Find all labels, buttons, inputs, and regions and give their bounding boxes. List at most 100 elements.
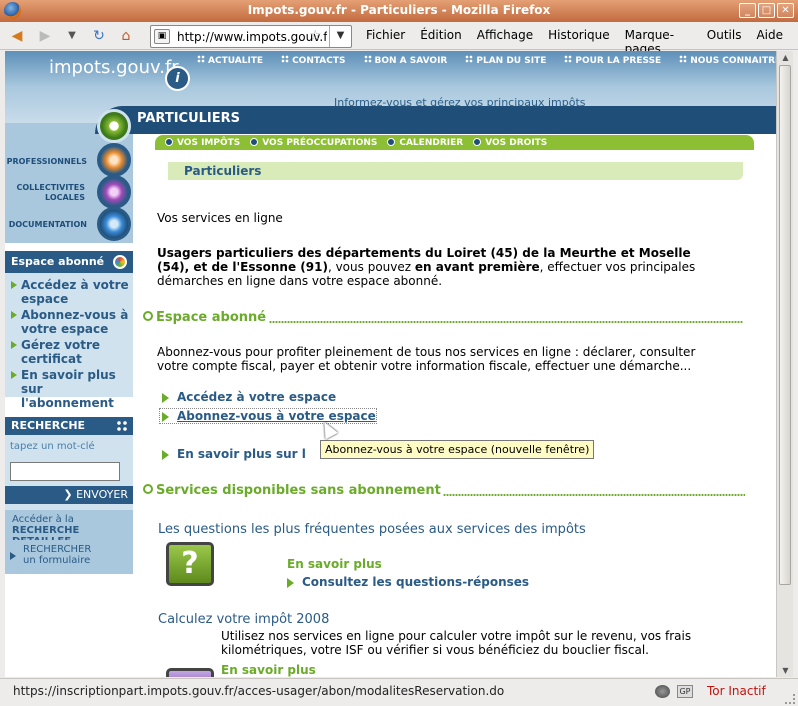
info-badge-icon: i [165, 66, 190, 91]
forward-icon[interactable]: ▶ [36, 27, 54, 45]
nav-vos-impots[interactable]: VOS IMPÔTS [165, 137, 240, 148]
advanced-line1: Accéder à la [12, 514, 74, 525]
envoyer-button[interactable]: ❯ ENVOYER [5, 486, 133, 504]
home-icon[interactable]: ⌂ [117, 27, 135, 45]
particuliers-circle-icon [97, 109, 131, 143]
url-text[interactable]: http://www.impots.gouv.fr [177, 30, 327, 44]
topnav-bon-a-savoir[interactable]: BON A SAVOIR [363, 55, 447, 66]
section-professionnels[interactable]: PROFESSIONNELS [5, 157, 87, 167]
topnav-contacts[interactable]: CONTACTS [281, 55, 346, 66]
notice-text: Usagers particuliers des départements du… [157, 246, 727, 288]
scroll-up-icon[interactable]: ▲ [779, 51, 792, 64]
bullet-icon [473, 137, 482, 146]
espace-description: Abonnez-vous pour profiter pleinement de… [157, 345, 696, 373]
circle-bullet-icon [143, 484, 153, 494]
back-icon[interactable]: ◀ [8, 27, 26, 45]
link-accedez-espace[interactable]: Accédez à votre espace [160, 390, 336, 404]
color-wheel-icon [113, 255, 127, 269]
browser-window: Impots.gouv.fr - Particuliers - Mozilla … [0, 0, 798, 706]
maximize-button[interactable]: □ [758, 3, 775, 18]
status-bar: https://inscriptionpart.impots.gouv.fr/a… [0, 678, 798, 706]
recherche-detaillee-link[interactable]: Accéder à la RECHERCHE DETAILLEE [5, 510, 133, 547]
faq-more-link[interactable]: En savoir plus [287, 557, 382, 571]
url-bar[interactable]: ▣ http://www.impots.gouv.fr ☆ ▼ [150, 25, 352, 48]
rechercher-formulaire-link[interactable]: RECHERCHER un formulaire [5, 540, 133, 574]
dotted-divider [443, 494, 745, 496]
chevron-right-icon: ❯ [63, 488, 77, 501]
sidebar-link-en-savoir-plus[interactable]: En savoir plus sur l'abonnement [5, 368, 133, 410]
professionnels-circle-icon[interactable] [97, 143, 131, 177]
sidebar-espace-abonne: Espace abonné Accédez à votre espace Abo… [5, 251, 133, 410]
firefox-icon [4, 2, 21, 19]
gp-icon[interactable]: GP [677, 685, 693, 698]
sidebar-link-certificat[interactable]: Gérez votre certificat [5, 338, 133, 366]
notice-mid: , vous pouvez [327, 260, 415, 274]
sidebar-link-accedez[interactable]: Accédez à votre espace [5, 278, 133, 306]
dotted-divider [269, 321, 743, 323]
section-collectivites[interactable]: COLLECTIVITES LOCALES [5, 183, 86, 203]
notice-bold2: en avant première [414, 260, 540, 274]
documentation-circle-icon[interactable] [97, 207, 131, 241]
nav-vos-preoccupations[interactable]: VOS PRÉOCCUPATIONS [250, 137, 377, 148]
sidebar-link-abonnez[interactable]: Abonnez-vous à votre espace [5, 308, 133, 336]
link-en-savoir-plus-abonnement[interactable]: En savoir plus sur l'abonnement [160, 447, 305, 461]
tor-status[interactable]: Tor Inactif [707, 684, 766, 698]
site-logo[interactable]: impots.gouv.fr [49, 57, 179, 78]
history-dropdown-icon[interactable]: ▼ [63, 27, 81, 45]
calc-title-link[interactable]: Calculez votre impôt 2008 [158, 612, 329, 627]
dots-icon [197, 55, 205, 63]
calculator-icon[interactable] [166, 668, 214, 677]
title-bar: Impots.gouv.fr - Particuliers - Mozilla … [0, 0, 798, 22]
dots-icon [564, 55, 573, 63]
nav-vos-droits[interactable]: VOS DROITS [473, 137, 547, 148]
minimize-button[interactable]: _ [739, 3, 756, 18]
nav-calendrier[interactable]: CALENDRIER [387, 137, 463, 148]
section-documentation[interactable]: DOCUMENTATION [5, 220, 87, 230]
search-header: RECHERCHE [5, 417, 133, 435]
calc-more-link[interactable]: En savoir plus [221, 663, 316, 677]
addon-icon[interactable] [655, 685, 670, 698]
topnav-actualite[interactable]: ACTUALITE [197, 55, 263, 66]
bullet-icon [165, 137, 173, 146]
question-mark-icon[interactable]: ? [166, 542, 214, 586]
faq-questions-link[interactable]: Consultez les questions-réponses [285, 575, 529, 589]
top-navigation: ACTUALITE CONTACTS BON A SAVOIR PLAN DU … [197, 55, 776, 66]
topnav-presse[interactable]: POUR LA PRESSE [564, 55, 661, 66]
green-navigation: VOS IMPÔTS VOS PRÉOCCUPATIONS CALENDRIER… [155, 135, 754, 150]
search-hint: tapez un mot-clé [10, 441, 95, 452]
collectivites-circle-icon[interactable] [97, 175, 131, 209]
breadcrumb: Particuliers [168, 162, 743, 180]
dots-icon [116, 420, 128, 432]
link-abonnez-espace[interactable]: Abonnez-vous à votre espace [159, 408, 377, 424]
site-identity-icon[interactable]: ▣ [154, 29, 170, 44]
section-bar: PARTICULIERS [95, 106, 776, 134]
scroll-thumb[interactable] [779, 65, 791, 585]
resize-grip-icon[interactable] [785, 694, 795, 704]
window-title: Impots.gouv.fr - Particuliers - Mozilla … [247, 3, 551, 17]
dots-icon [281, 55, 290, 63]
close-button[interactable]: ✕ [777, 3, 794, 18]
dots-icon [363, 55, 372, 63]
calc-description: Utilisez nos services en ligne pour calc… [221, 629, 692, 657]
topnav-nous-connaitre[interactable]: NOUS CONNAITRE [679, 55, 776, 66]
services-heading: Services disponibles sans abonnement [143, 483, 441, 498]
status-url: https://inscriptionpart.impots.gouv.fr/a… [13, 684, 505, 698]
form-line2: un formulaire [23, 555, 91, 566]
bullet-icon [250, 137, 259, 146]
navigation-toolbar: ◀ ▶ ▼ ↻ ⌂ ▣ http://www.impots.gouv.fr ☆ … [0, 22, 798, 56]
vertical-scrollbar[interactable]: ▲ ▼ [776, 51, 793, 677]
section-title: PARTICULIERS [137, 111, 240, 126]
search-input[interactable] [10, 462, 120, 481]
bookmark-star-icon[interactable]: ☆ [309, 28, 322, 44]
topnav-plan-du-site[interactable]: PLAN DU SITE [465, 55, 546, 66]
circle-bullet-icon [143, 311, 153, 321]
url-dropdown-icon[interactable]: ▼ [329, 26, 351, 47]
scroll-down-icon[interactable]: ▼ [779, 664, 792, 677]
espace-abonne-heading: Espace abonné [143, 310, 266, 325]
search-title: RECHERCHE [11, 419, 86, 432]
intro-text: Vos services en ligne [157, 211, 283, 225]
sidebar-abonne-title: Espace abonné [11, 255, 105, 268]
faq-title-link[interactable]: Les questions les plus fréquentes posées… [158, 522, 586, 537]
reload-icon[interactable]: ↻ [90, 27, 108, 45]
section-circles [93, 109, 135, 243]
